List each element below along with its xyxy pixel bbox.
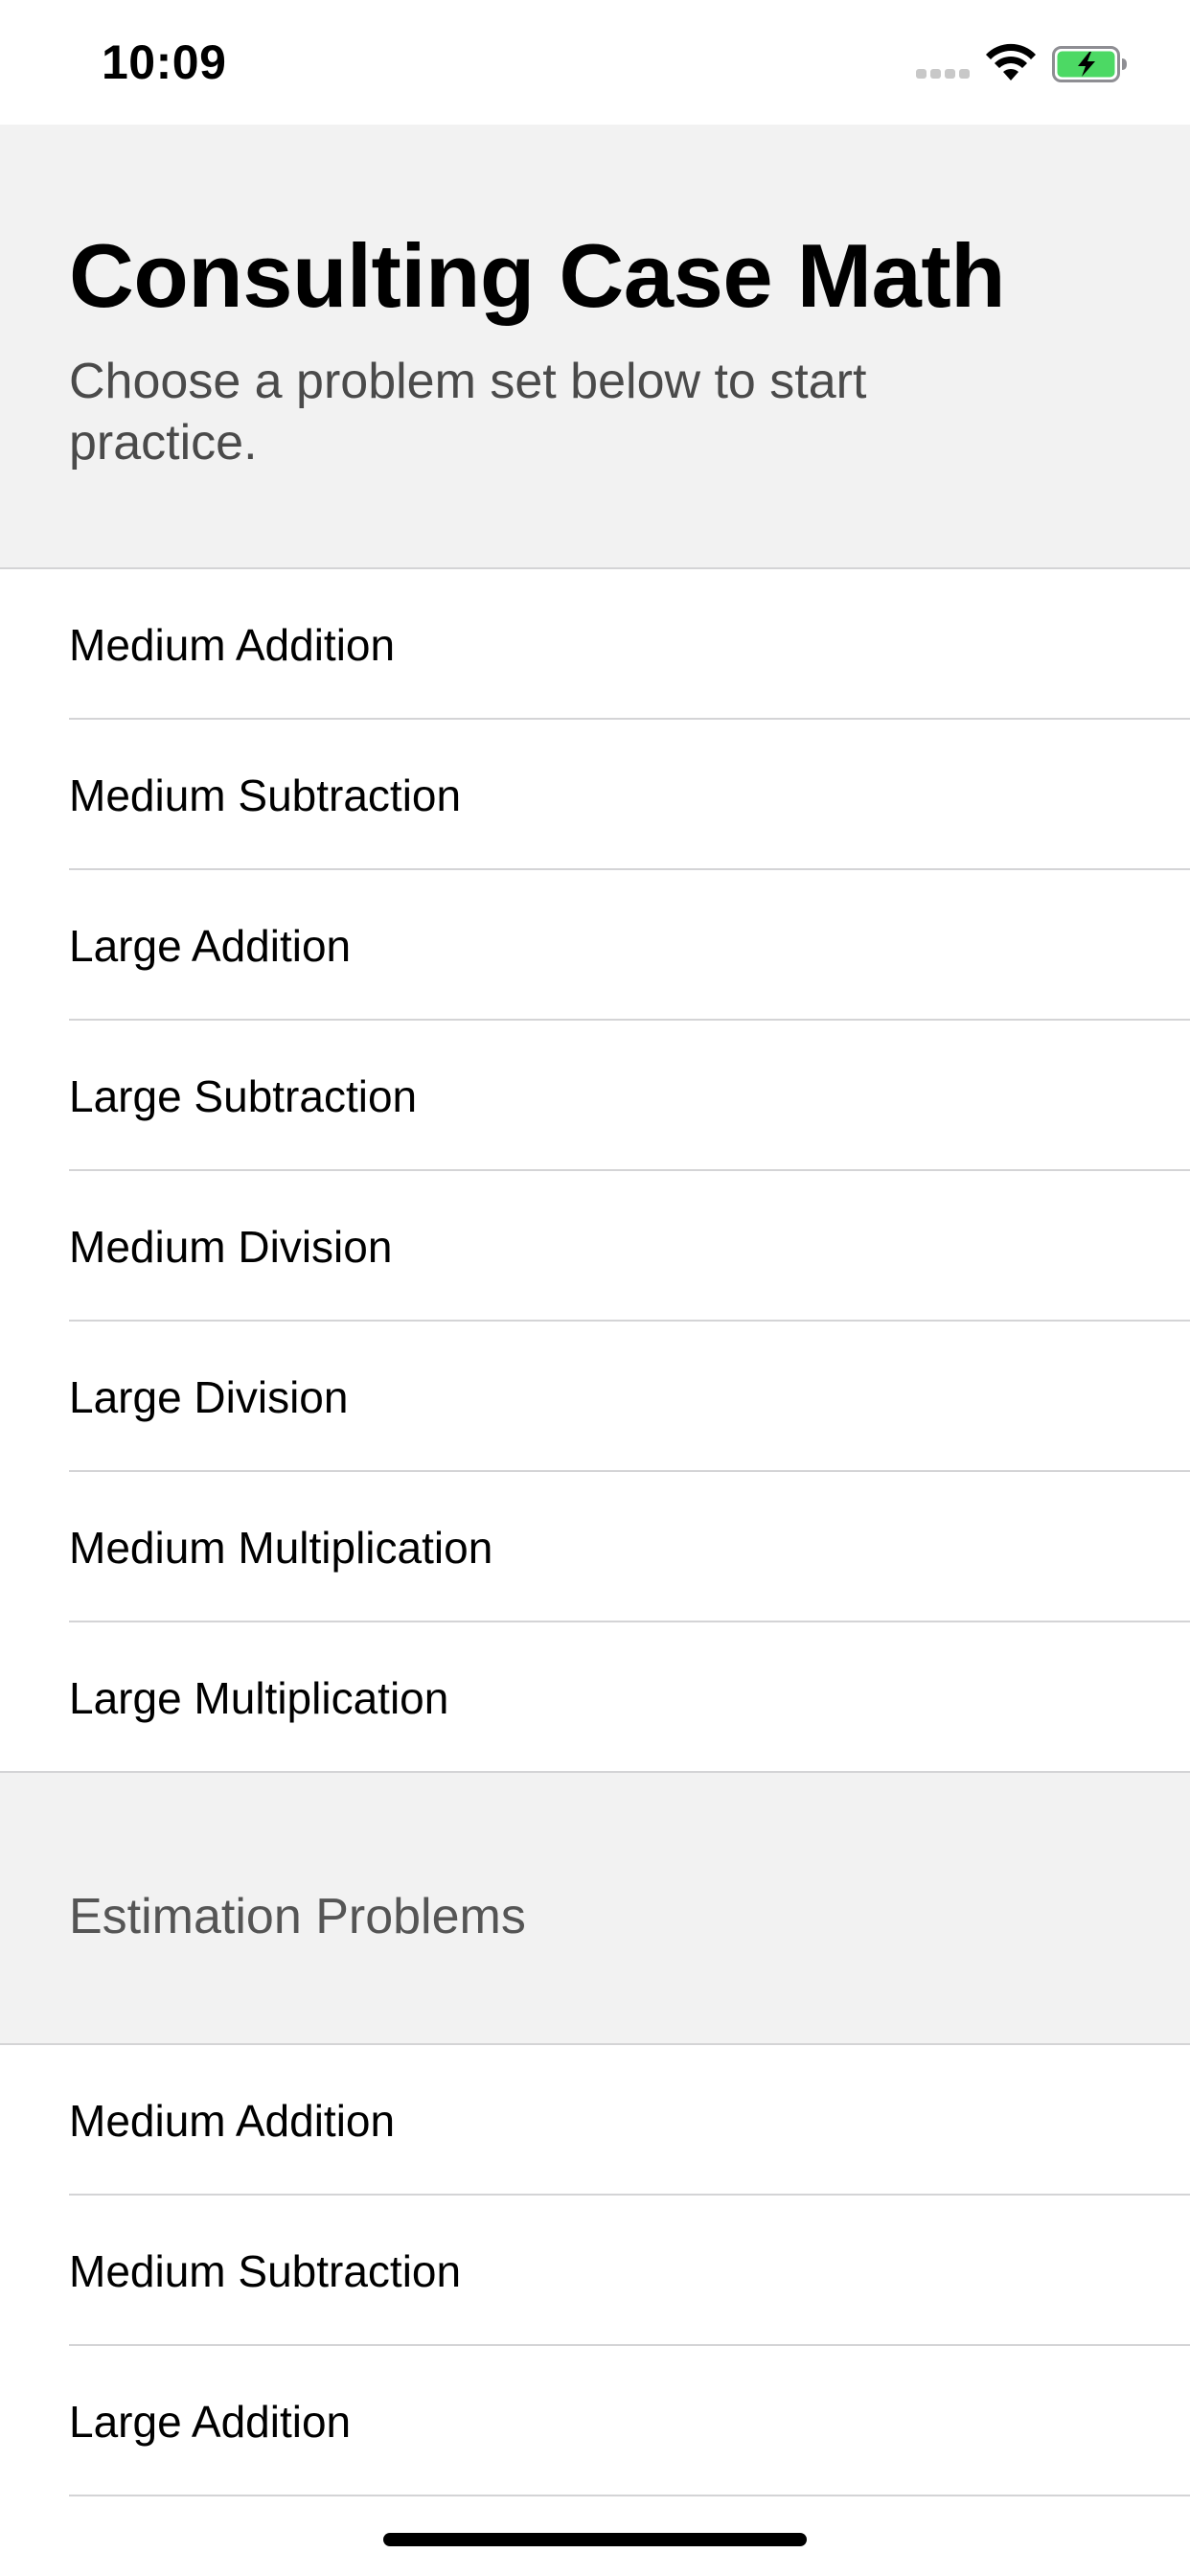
list-item-large-subtraction[interactable]: Large Subtraction: [0, 1021, 1190, 1171]
list-item-medium-subtraction[interactable]: Medium Subtraction: [0, 720, 1190, 870]
problem-set-list: Medium Addition Medium Subtraction Large…: [0, 569, 1190, 1773]
list-item-label: Large Addition: [69, 920, 352, 971]
list-item-label: Medium Addition: [69, 619, 396, 670]
cellular-signal-icon: [916, 69, 970, 80]
section-title: Estimation Problems: [69, 1889, 526, 1944]
page-title: Consulting Case Math: [69, 225, 1006, 326]
list-item-label: Large Subtraction: [69, 1070, 418, 1121]
list-item-large-division[interactable]: Large Division: [0, 1322, 1190, 1472]
list-item-label: Medium Multiplication: [69, 1522, 493, 1573]
list-item-label: Medium Addition: [69, 2095, 396, 2146]
list-item-large-multiplication[interactable]: Large Multiplication: [0, 1622, 1190, 1773]
list-item-label: Large Multiplication: [69, 1672, 449, 1723]
page-subtitle: Choose a problem set below to start prac…: [69, 354, 867, 471]
home-indicator[interactable]: [383, 2533, 807, 2546]
battery-charging-icon: [1052, 46, 1127, 82]
estimation-section-header: Estimation Problems: [0, 1773, 1190, 2045]
wifi-icon: [986, 43, 1036, 80]
list-item-estimation-medium-addition[interactable]: Medium Addition: [0, 2045, 1190, 2196]
list-item-label: Large Addition: [69, 2396, 352, 2447]
list-item-medium-addition[interactable]: Medium Addition: [0, 569, 1190, 720]
list-item-label: Medium Division: [69, 1221, 393, 1272]
status-time: 10:09: [102, 35, 227, 89]
page-header: Consulting Case Math Choose a problem se…: [0, 125, 1190, 569]
status-bar: 10:09: [0, 0, 1190, 125]
list-item-label: Large Division: [69, 1371, 349, 1422]
estimation-problem-list: Medium Addition Medium Subtraction Large…: [0, 2045, 1190, 2496]
list-item-label: Medium Subtraction: [69, 2245, 462, 2296]
list-item-label: Medium Subtraction: [69, 770, 462, 820]
list-item-estimation-large-addition[interactable]: Large Addition: [0, 2346, 1190, 2496]
list-item-medium-multiplication[interactable]: Medium Multiplication: [0, 1472, 1190, 1622]
list-item-medium-division[interactable]: Medium Division: [0, 1171, 1190, 1322]
list-item-estimation-medium-subtraction[interactable]: Medium Subtraction: [0, 2196, 1190, 2346]
list-item-large-addition[interactable]: Large Addition: [0, 870, 1190, 1021]
